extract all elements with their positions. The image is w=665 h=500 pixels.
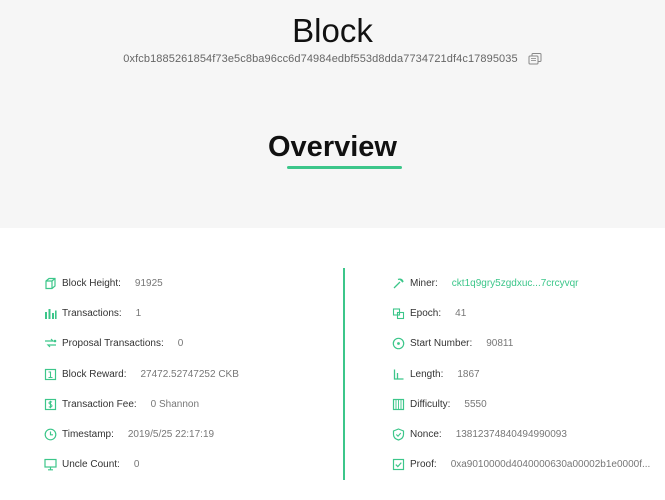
overview-item-transaction-fee: Transaction Fee: 0 Shannon <box>44 389 334 419</box>
block-reward-value: 27472.52747252 CKB <box>140 368 239 380</box>
block-height-label: Block Height: <box>62 277 121 289</box>
length-value: 1867 <box>457 368 480 380</box>
length-icon <box>393 369 404 380</box>
overview-item-block-height: Block Height: 91925 <box>44 268 334 298</box>
overview-left-column: Block Height: 91925 Transactions: 1 Prop… <box>44 268 334 480</box>
overview-item-miner: Miner: ckt1q9gry5zgdxuc...7crcyvqr <box>392 268 662 298</box>
difficulty-label: Difficulty: <box>410 398 451 410</box>
block-hash: 0xfcb1885261854f73e5c8ba96cc6d74984edbf5… <box>123 53 518 65</box>
timestamp-value: 2019/5/25 22:17:19 <box>127 429 215 441</box>
start-icon <box>392 337 405 350</box>
overview-item-block-reward: Block Reward: 27472.52747252 CKB <box>44 359 334 389</box>
miner-address-link[interactable]: ckt1q9gry5zgdxuc...7crcyvqr <box>452 278 579 289</box>
start-number-value: 90811 <box>486 338 514 350</box>
length-label: Length: <box>410 368 444 380</box>
overview-item-proof: Proof: 0xa9010000d4040000630a00002b1e000… <box>392 450 662 480</box>
epoch-icon <box>392 308 405 319</box>
epoch-label: Epoch: <box>410 307 442 319</box>
section-title: Overview <box>268 131 397 163</box>
clock-icon <box>44 428 57 441</box>
difficulty-value: 5550 <box>464 398 487 410</box>
dollar-icon <box>44 398 57 410</box>
proposal-icon <box>45 338 57 348</box>
overview-item-proposal-transactions: Proposal Transactions: 0 <box>44 329 334 359</box>
column-divider <box>343 268 345 480</box>
section-title-underline <box>287 166 402 169</box>
bar-chart-icon <box>45 308 57 319</box>
start-number-label: Start Number: <box>410 338 473 350</box>
miner-label: Miner: <box>410 277 438 289</box>
transaction-fee-value: 0 Shannon <box>150 398 200 410</box>
overview-item-length: Length: 1867 <box>392 359 662 389</box>
cube-icon <box>45 277 56 289</box>
pickaxe-icon <box>393 278 404 289</box>
proposal-transactions-label: Proposal Transactions: <box>62 338 164 350</box>
block-reward-label: Block Reward: <box>62 368 127 380</box>
timestamp-label: Timestamp: <box>62 429 114 441</box>
proof-icon <box>392 459 405 471</box>
block-height-value: 91925 <box>134 277 163 289</box>
page-title: Block <box>292 12 373 49</box>
overview-item-nonce: Nonce: 13812374840494990093 <box>392 419 662 449</box>
overview-item-difficulty: Difficulty: 5550 <box>392 389 662 419</box>
uncle-count-value: 0 <box>133 459 140 471</box>
proof-value: 0xa9010000d4040000630a00002b1e0000f... <box>450 459 651 471</box>
transactions-value: 1 <box>135 307 142 319</box>
overview-right-column: Miner: ckt1q9gry5zgdxuc...7crcyvqr Epoch… <box>392 268 662 480</box>
uncle-count-label: Uncle Count: <box>62 459 120 471</box>
transaction-fee-label: Transaction Fee: <box>62 398 137 410</box>
overview-item-transactions: Transactions: 1 <box>44 298 334 328</box>
overview-item-timestamp: Timestamp: 2019/5/25 22:17:19 <box>44 419 334 449</box>
page-header: Block 0xfcb1885261854f73e5c8ba96cc6d7498… <box>0 0 665 228</box>
nonce-value: 13812374840494990093 <box>455 429 567 441</box>
epoch-value: 41 <box>455 307 467 319</box>
overview-item-epoch: Epoch: 41 <box>392 298 662 328</box>
overview-item-uncle-count: Uncle Count: 0 <box>44 450 334 480</box>
difficulty-icon <box>392 398 405 410</box>
overview-panel: Block Height: 91925 Transactions: 1 Prop… <box>0 228 665 500</box>
proposal-transactions-value: 0 <box>177 338 184 350</box>
reward-icon <box>44 368 57 380</box>
overview-item-start-number: Start Number: 90811 <box>392 329 662 359</box>
copy-icon[interactable] <box>528 53 542 65</box>
hash-row: 0xfcb1885261854f73e5c8ba96cc6d74984edbf5… <box>0 53 665 65</box>
transactions-label: Transactions: <box>62 307 122 319</box>
nonce-label: Nonce: <box>410 429 442 441</box>
monitor-icon <box>44 459 57 471</box>
proof-label: Proof: <box>410 459 437 471</box>
shield-icon <box>392 428 405 441</box>
